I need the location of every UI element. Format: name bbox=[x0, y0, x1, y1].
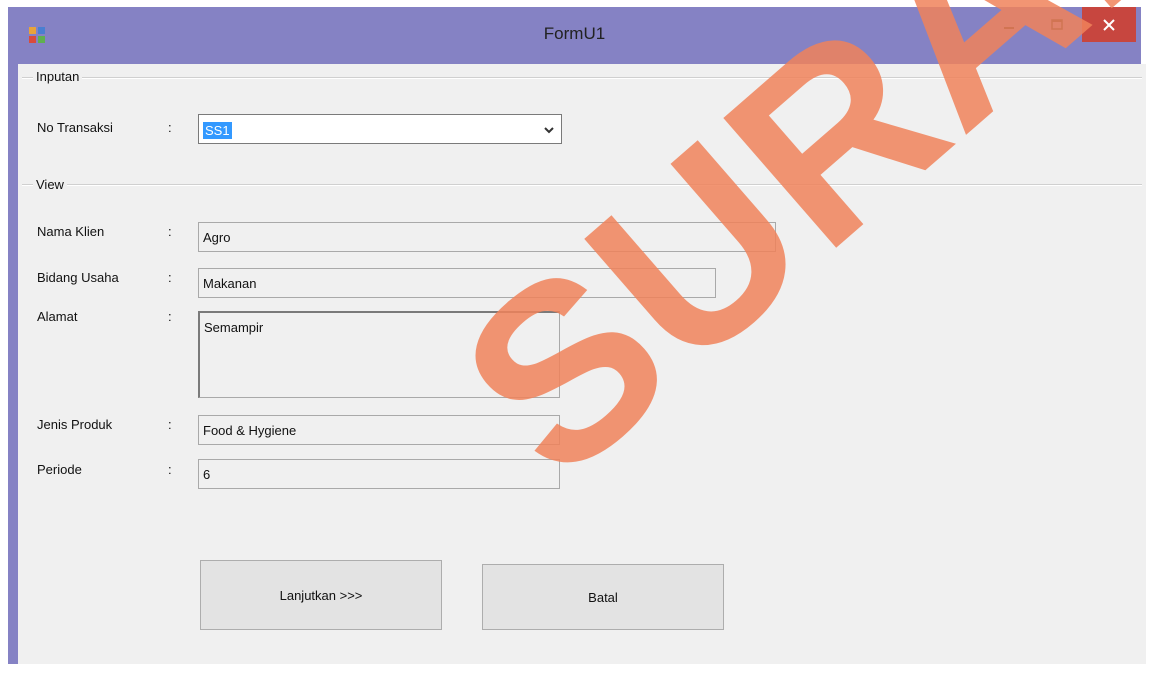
minimize-icon bbox=[1004, 26, 1014, 29]
inputan-group-border bbox=[22, 77, 1142, 79]
maximize-icon bbox=[1051, 18, 1063, 30]
nama-klien-label: Nama Klien bbox=[37, 224, 105, 239]
alamat-colon: : bbox=[168, 309, 172, 324]
no-transaksi-label: No Transaksi bbox=[37, 120, 113, 135]
chevron-down-icon[interactable] bbox=[543, 125, 555, 135]
jenis-produk-colon: : bbox=[168, 417, 172, 432]
view-group-label: View bbox=[33, 177, 67, 192]
jenis-produk-label: Jenis Produk bbox=[37, 417, 113, 432]
periode-field[interactable]: 6 bbox=[198, 459, 560, 489]
no-transaksi-combobox[interactable]: SS1 bbox=[198, 114, 562, 144]
nama-klien-colon: : bbox=[168, 224, 172, 239]
no-transaksi-selected-value: SS1 bbox=[203, 122, 232, 139]
batal-button[interactable]: Batal bbox=[482, 564, 724, 630]
lanjutkan-button[interactable]: Lanjutkan >>> bbox=[200, 560, 442, 630]
view-group-border bbox=[22, 184, 1142, 186]
no-transaksi-colon: : bbox=[168, 120, 172, 135]
minimize-button[interactable] bbox=[986, 7, 1032, 42]
bidang-usaha-label: Bidang Usaha bbox=[37, 270, 119, 285]
title-bar[interactable]: FormU1 bbox=[8, 7, 1141, 63]
inputan-group-label: Inputan bbox=[33, 69, 83, 84]
taskbar-strip bbox=[0, 664, 1153, 680]
alamat-field[interactable]: Semampir bbox=[198, 311, 560, 398]
jenis-produk-field[interactable]: Food & Hygiene bbox=[198, 415, 560, 445]
bidang-usaha-field[interactable]: Makanan bbox=[198, 268, 716, 298]
form-client-area: Inputan No Transaksi : SS1 View Nama Kli… bbox=[18, 64, 1146, 668]
periode-label: Periode bbox=[37, 462, 82, 477]
nama-klien-field[interactable]: Agro bbox=[198, 222, 776, 252]
alamat-label: Alamat bbox=[37, 309, 78, 324]
window-title: FormU1 bbox=[543, 24, 606, 43]
close-icon bbox=[1103, 18, 1115, 31]
bidang-usaha-colon: : bbox=[168, 270, 172, 285]
form-window: FormU1 Inputan No Transaksi : SS1 View N… bbox=[8, 7, 1146, 668]
close-button[interactable] bbox=[1082, 7, 1136, 42]
maximize-button[interactable] bbox=[1034, 7, 1080, 42]
periode-colon: : bbox=[168, 462, 172, 477]
